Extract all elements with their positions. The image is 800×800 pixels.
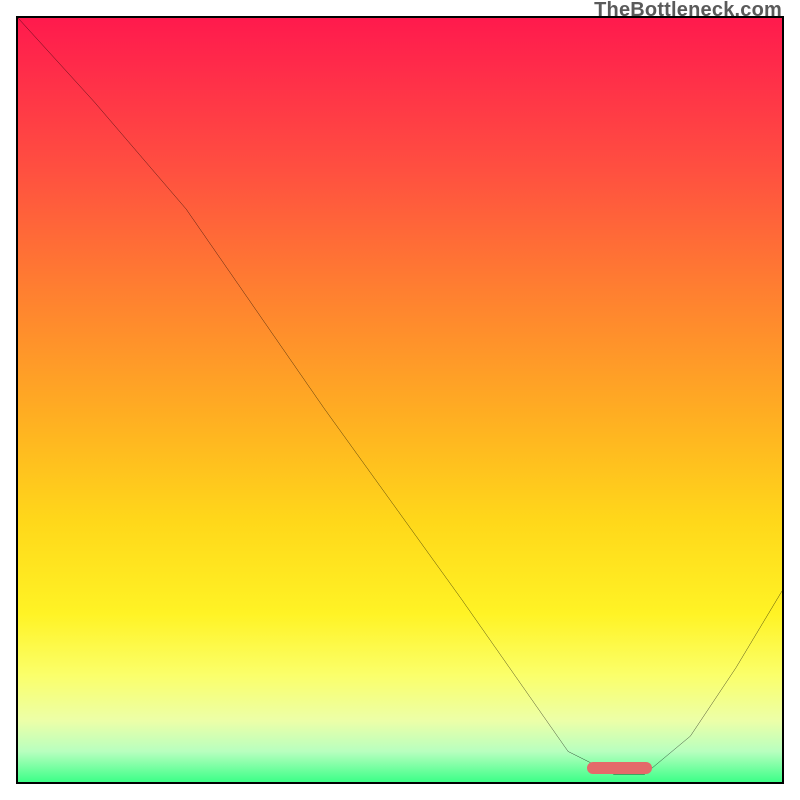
curve-path [18,18,782,774]
optimal-range-marker [587,762,652,774]
bottleneck-curve [18,18,782,782]
chart-frame [16,16,784,784]
